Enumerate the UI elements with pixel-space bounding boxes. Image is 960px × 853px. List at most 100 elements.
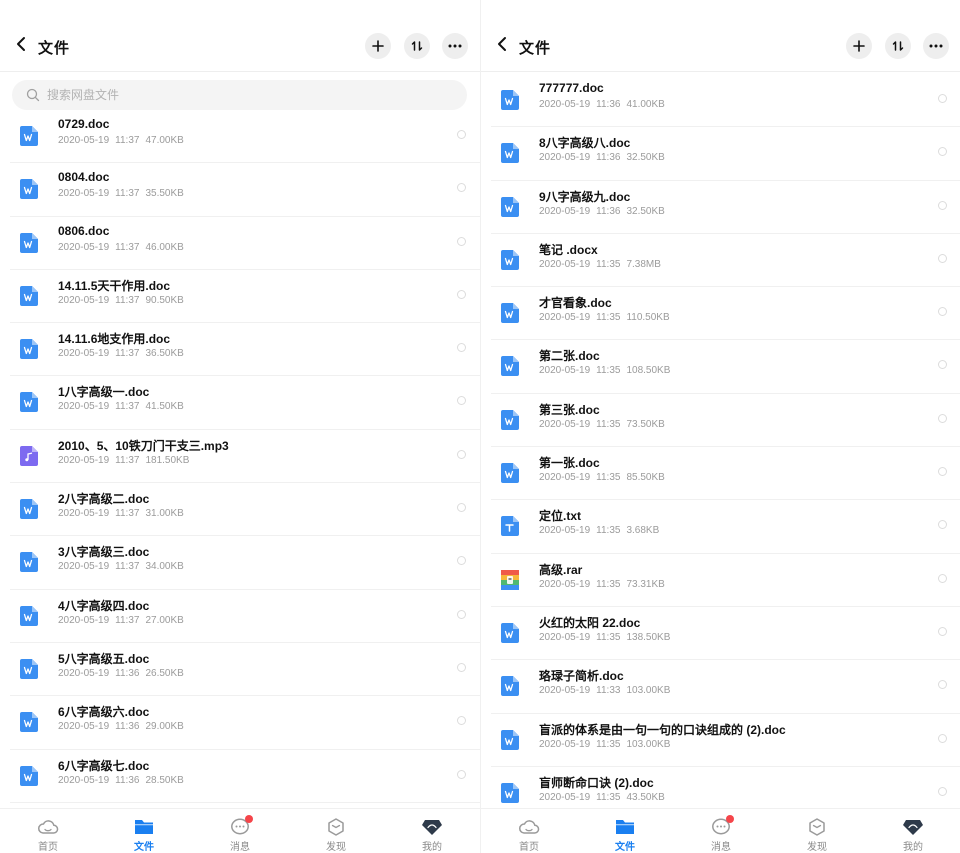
- file-date: 2020-05-19: [539, 631, 591, 643]
- select-radio[interactable]: [457, 236, 466, 246]
- select-radio[interactable]: [457, 503, 466, 513]
- file-row[interactable]: 火红的太阳 22.doc 2020-05-19 11:35 138.50KB: [491, 607, 960, 661]
- file-row[interactable]: 第三张.doc 2020-05-19 11:35 73.50KB: [491, 394, 960, 448]
- word-icon: [501, 463, 519, 484]
- add-button[interactable]: [846, 33, 872, 59]
- file-time: 11:36: [115, 721, 140, 733]
- select-radio[interactable]: [938, 626, 947, 636]
- music-icon: [20, 445, 38, 466]
- bottom-tab-bar: 首页 文件 消息 发现 我的: [0, 808, 480, 853]
- sort-button[interactable]: [404, 33, 430, 59]
- select-radio[interactable]: [938, 733, 947, 743]
- select-radio[interactable]: [457, 130, 466, 139]
- page-title: 文件: [519, 40, 552, 57]
- file-row[interactable]: 9八字高级九.doc 2020-05-19 11:36 32.50KB: [491, 181, 960, 234]
- select-radio[interactable]: [938, 573, 947, 583]
- file-row[interactable]: 0806.doc 2020-05-19 11:37 46.00KB: [10, 217, 480, 270]
- file-size: 103.00KB: [626, 685, 671, 697]
- file-row[interactable]: 1八字高级一.doc 2020-05-19 11:37 41.50KB: [10, 376, 480, 430]
- file-row[interactable]: 2八字高级二.doc 2020-05-19 11:37 31.00KB: [10, 483, 480, 537]
- select-radio[interactable]: [938, 786, 947, 796]
- select-radio[interactable]: [457, 662, 466, 672]
- tab-2[interactable]: 消息: [673, 809, 769, 853]
- file-meta: 2020-05-19 11:35 73.50KB: [539, 419, 665, 430]
- tab-3[interactable]: 发现: [769, 809, 865, 853]
- file-row[interactable]: 8八字高级八.doc 2020-05-19 11:36 32.50KB: [491, 127, 960, 181]
- file-row[interactable]: 第二张.doc 2020-05-19 11:35 108.50KB: [491, 340, 960, 394]
- file-row[interactable]: 0729.doc 2020-05-19 11:37 47.00KB: [10, 110, 480, 164]
- file-name: 盲师断命口诀 (2).doc: [539, 775, 654, 790]
- more-button[interactable]: [923, 33, 949, 59]
- tab-0[interactable]: 首页: [481, 809, 577, 853]
- select-radio[interactable]: [938, 147, 947, 157]
- select-radio[interactable]: [938, 200, 947, 210]
- add-button[interactable]: [365, 33, 391, 59]
- select-radio[interactable]: [457, 343, 466, 353]
- file-row[interactable]: 2010、5、10铁刀门干支三.mp3 2020-05-19 11:37 181.50…: [10, 430, 480, 484]
- file-name: 9八字高级九.doc: [539, 189, 631, 204]
- tab-1[interactable]: 文件: [577, 809, 673, 853]
- tab-4[interactable]: 我的: [865, 809, 960, 853]
- select-radio[interactable]: [938, 307, 947, 317]
- file-date: 2020-05-19: [58, 135, 110, 146]
- word-icon: [501, 196, 519, 217]
- file-meta: 2020-05-19 11:35 103.00KB: [539, 739, 670, 750]
- tab-3[interactable]: 发现: [288, 809, 384, 853]
- more-button[interactable]: [442, 33, 468, 59]
- select-radio[interactable]: [457, 769, 466, 779]
- file-row[interactable]: 6八字高级六.doc 2020-05-19 11:36 29.00KB: [10, 696, 480, 750]
- file-row[interactable]: 第一张.doc 2020-05-19 11:35 85.50KB: [491, 447, 960, 501]
- tab-0[interactable]: 首页: [0, 809, 96, 853]
- file-row[interactable]: 盲派的体系是由一句一句的口诀组成的 (2).doc 2020-05-19 11:35…: [491, 714, 960, 767]
- file-row[interactable]: 3八字高级三.doc 2020-05-19 11:37 34.00KB: [10, 536, 480, 590]
- back-button[interactable]: [12, 34, 32, 54]
- select-radio[interactable]: [457, 396, 466, 406]
- file-row[interactable]: 定位.txt 2020-05-19 11:35 3.68KB: [491, 500, 960, 554]
- select-radio[interactable]: [457, 609, 466, 619]
- select-radio[interactable]: [457, 556, 466, 566]
- word-icon: [20, 499, 38, 520]
- sort-button[interactable]: [885, 33, 911, 59]
- file-row[interactable]: 0804.doc 2020-05-19 11:37 35.50KB: [10, 163, 480, 217]
- file-name: 笔记 .docx: [539, 242, 598, 257]
- tab-2[interactable]: 消息: [192, 809, 288, 853]
- file-row[interactable]: 才官看象.doc 2020-05-19 11:35 110.50KB: [491, 287, 960, 341]
- file-row[interactable]: 笔记 .docx 2020-05-19 11:35 7.38MB: [491, 234, 960, 288]
- select-radio[interactable]: [938, 360, 947, 370]
- search-input[interactable]: [47, 88, 427, 102]
- file-row[interactable]: 4八字高级四.doc 2020-05-19 11:37 27.00KB: [10, 590, 480, 643]
- file-row[interactable]: 6八字高级七.doc 2020-05-19 11:36 28.50KB: [10, 750, 480, 803]
- select-radio[interactable]: [938, 467, 947, 477]
- select-radio[interactable]: [938, 94, 947, 103]
- select-radio[interactable]: [938, 520, 947, 530]
- top-bar: 文件: [0, 0, 480, 72]
- select-radio[interactable]: [457, 716, 466, 726]
- word-icon: [20, 179, 38, 200]
- file-date: 2020-05-19: [58, 454, 110, 466]
- select-radio[interactable]: [457, 449, 466, 459]
- file-date: 2020-05-19: [539, 738, 591, 750]
- file-meta: 2020-05-19 11:35 85.50KB: [539, 472, 665, 483]
- select-radio[interactable]: [457, 183, 466, 193]
- file-row[interactable]: 14.11.6地支作用.doc 2020-05-19 11:37 36.50KB: [10, 323, 480, 377]
- select-radio[interactable]: [938, 413, 947, 423]
- back-button[interactable]: [493, 34, 513, 54]
- tab-1[interactable]: 文件: [96, 809, 192, 853]
- file-meta: 2020-05-19 11:35 73.31KB: [539, 579, 665, 590]
- file-size: 34.00KB: [145, 561, 184, 573]
- file-row[interactable]: 珞琭子简析.doc 2020-05-19 11:33 103.00KB: [491, 660, 960, 714]
- file-time: 11:36: [596, 152, 621, 164]
- file-row[interactable]: 5八字高级五.doc 2020-05-19 11:36 26.50KB: [10, 643, 480, 697]
- file-row[interactable]: 高级.rar 2020-05-19 11:35 73.31KB: [491, 554, 960, 607]
- tab-4[interactable]: 我的: [384, 809, 480, 853]
- file-time: 11:35: [596, 525, 621, 537]
- select-radio[interactable]: [938, 680, 947, 690]
- select-radio[interactable]: [938, 253, 947, 263]
- file-row[interactable]: 777777.doc 2020-05-19 11:36 41.00KB: [491, 74, 960, 128]
- file-size: 7.38MB: [626, 258, 661, 270]
- plus-icon: [372, 40, 384, 52]
- file-date: 2020-05-19: [539, 152, 591, 164]
- file-row[interactable]: 14.11.5天干作用.doc 2020-05-19 11:37 90.50KB: [10, 270, 480, 324]
- select-radio[interactable]: [457, 289, 466, 299]
- search-bar[interactable]: [12, 80, 467, 110]
